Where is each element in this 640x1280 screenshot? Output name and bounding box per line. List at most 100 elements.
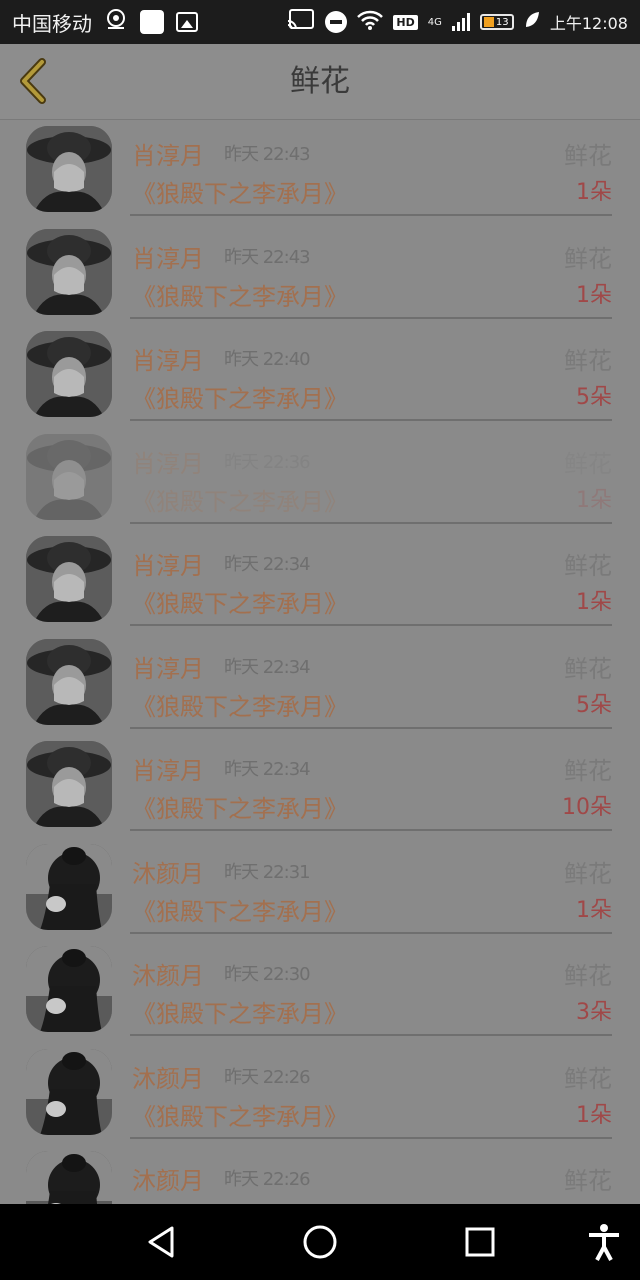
avatar[interactable] [26, 1048, 112, 1135]
carrier-label: 中国移动 [12, 11, 92, 36]
avatar[interactable] [26, 638, 112, 725]
timestamp: 昨天 22:26 [224, 1066, 311, 1088]
gift-type: 鲜花 [564, 552, 612, 580]
flower-count: 3朵 [576, 1000, 612, 1025]
book-title[interactable]: 《狼殿下之李承月》 [132, 1097, 348, 1132]
square-recents-icon [465, 1227, 495, 1257]
title-bar: 鲜花 [0, 44, 640, 120]
flower-count: 1朵 [576, 180, 612, 205]
gift-type: 鲜花 [564, 757, 612, 785]
user-name[interactable]: 肖淳月 [132, 341, 204, 376]
book-title[interactable]: 《狼殿下之李承月》 [132, 584, 348, 619]
book-title[interactable]: 《狼殿下之李承月》 [132, 994, 348, 1029]
user-name[interactable]: 肖淳月 [132, 239, 204, 274]
book-title[interactable]: 《狼殿下之李承月》 [132, 687, 348, 722]
triangle-back-icon [148, 1226, 174, 1258]
user-name[interactable]: 肖淳月 [132, 136, 204, 171]
list-item[interactable]: 肖淳月 昨天 22:34 鲜花《狼殿下之李承月》 1朵 [0, 524, 640, 626]
list-item[interactable]: 肖淳月 昨天 22:40 鲜花《狼殿下之李承月》 5朵 [0, 319, 640, 421]
list-item[interactable]: 肖淳月 昨天 22:43 鲜花《狼殿下之李承月》 1朵 [0, 217, 640, 319]
list-item[interactable]: 沐颜月昨天 22:26鲜花《狼殿下之李承月》10朵 [0, 1139, 640, 1204]
timestamp: 昨天 22:43 [224, 246, 311, 268]
book-title[interactable]: 《狼殿下之李承月》 [132, 174, 348, 209]
user-name[interactable]: 肖淳月 [132, 751, 204, 786]
signal-icon [451, 13, 470, 31]
flower-count: 5朵 [576, 692, 612, 718]
avatar[interactable] [26, 536, 112, 622]
flower-record-list[interactable]: 肖淳月 昨天 22:43 鲜花 《狼殿下之李承月》 1朵 肖淳月 昨天 22:43 鲜花 《狼殿… [0, 120, 640, 1204]
do-not-disturb-icon [325, 11, 348, 33]
user-name[interactable]: 肖淳月 [132, 444, 204, 479]
flower-count: 1朵 [576, 897, 612, 923]
list-item[interactable]: 沐颜月 昨天 22:31 鲜花《狼殿下之李承月》 1朵 [0, 832, 640, 934]
image-notification-icon [176, 12, 198, 32]
leaf-icon [524, 11, 540, 33]
flower-count: 1朵 [576, 590, 612, 615]
list-item[interactable]: 肖淳月 昨天 22:34 鲜花《狼殿下之李承月》 5朵 [0, 627, 640, 729]
list-item[interactable]: 肖淳月 昨天 22:43 鲜花《狼殿下之李承月》 1朵 [0, 120, 640, 216]
accessibility-icon [589, 1224, 619, 1261]
avatar[interactable] [26, 433, 112, 520]
hd-badge: HD [393, 14, 418, 30]
gift-type: 鲜花 [564, 654, 612, 683]
gift-type: 鲜花 [564, 142, 612, 170]
book-title[interactable]: 《狼殿下之李承月》 [132, 277, 348, 312]
book-title[interactable]: 《狼殿下之李承月》 [132, 482, 348, 517]
user-name[interactable]: 肖淳月 [132, 546, 204, 581]
timestamp: 昨天 22:43 [224, 144, 311, 165]
list-item[interactable]: 肖淳月 昨天 22:34 鲜花《狼殿下之李承月》 10朵 [0, 729, 640, 831]
circle-home-icon [303, 1225, 337, 1259]
nav-recents-button[interactable] [460, 1222, 500, 1262]
avatar[interactable] [26, 1151, 112, 1204]
battery-icon: 13 [479, 14, 514, 30]
nav-home-button[interactable] [300, 1222, 340, 1262]
avatar[interactable] [26, 741, 112, 827]
avatar[interactable] [26, 126, 112, 212]
wifi-icon [357, 10, 384, 34]
list-item[interactable]: 肖淳月 昨天 22:36 鲜花《狼殿下之李承月》 1朵 [0, 422, 640, 524]
timestamp: 昨天 22:26 [224, 1169, 311, 1190]
user-name[interactable]: 沐颜月 [132, 1161, 204, 1196]
user-name[interactable]: 沐颜月 [132, 1059, 204, 1094]
flower-count: 1朵 [576, 487, 612, 513]
system-nav-bar [0, 1204, 640, 1280]
user-name[interactable]: 沐颜月 [132, 854, 204, 889]
timestamp: 昨天 22:34 [224, 759, 311, 780]
gift-type: 鲜花 [564, 244, 612, 273]
clock: 上午12:08 [549, 14, 628, 33]
avatar[interactable] [26, 843, 112, 930]
accessibility-button[interactable] [584, 1222, 624, 1262]
page-title: 鲜花 [290, 64, 350, 99]
app-notification-icon [140, 10, 164, 34]
user-name[interactable]: 沐颜月 [132, 956, 204, 991]
gift-type: 鲜花 [564, 1167, 612, 1195]
timestamp: 昨天 22:34 [224, 656, 311, 678]
nav-back-button[interactable] [142, 1222, 182, 1262]
avatar[interactable] [26, 946, 112, 1032]
status-bar: 中国移动 HD 4G 13 上午12:08 [0, 0, 640, 44]
gift-type: 鲜花 [564, 347, 612, 375]
flower-count: 1朵 [576, 1102, 612, 1128]
timestamp: 昨天 22:36 [224, 451, 311, 473]
timestamp: 昨天 22:31 [224, 861, 311, 883]
cast-icon [287, 9, 315, 35]
book-title[interactable]: 《狼殿下之李承月》 [132, 789, 348, 824]
flower-count: 10朵 [562, 795, 612, 820]
timestamp: 昨天 22:34 [224, 554, 311, 575]
avatar[interactable] [26, 331, 112, 417]
book-title[interactable]: 《狼殿下之李承月》 [132, 892, 348, 927]
flower-count: 1朵 [576, 282, 612, 308]
gift-type: 鲜花 [564, 1064, 612, 1093]
list-item[interactable]: 沐颜月 昨天 22:26 鲜花《狼殿下之李承月》 1朵 [0, 1037, 640, 1139]
gift-type: 鲜花 [564, 859, 612, 888]
book-title[interactable]: 《狼殿下之李承月》 [132, 379, 348, 414]
timestamp: 昨天 22:30 [224, 964, 311, 985]
location-icon [104, 8, 128, 36]
gift-type: 鲜花 [564, 449, 612, 478]
flower-count: 5朵 [576, 385, 612, 410]
network-type: 4G [427, 16, 442, 28]
avatar[interactable] [26, 228, 112, 315]
list-item[interactable]: 沐颜月 昨天 22:30 鲜花 《狼殿下之李承月》 3朵 [0, 934, 640, 1036]
user-name[interactable]: 肖淳月 [132, 649, 204, 684]
timestamp: 昨天 22:40 [224, 349, 311, 370]
